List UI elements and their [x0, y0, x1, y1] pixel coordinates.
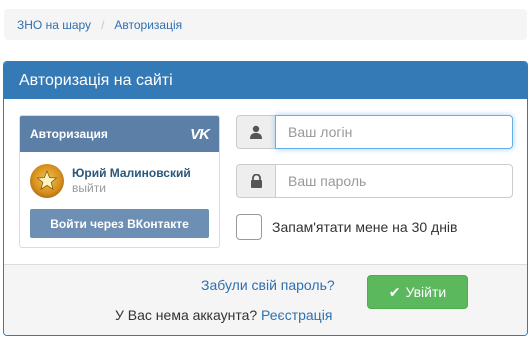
- password-input-group: [236, 164, 513, 198]
- login-button-label: Увійти: [405, 284, 447, 300]
- breadcrumb-separator: /: [101, 17, 105, 32]
- breadcrumb: ЗНО на шару / Авторизація: [4, 9, 527, 40]
- login-button[interactable]: ✔ Увійти: [367, 275, 468, 309]
- register-link[interactable]: Реєстрація: [261, 307, 332, 323]
- vk-widget-title: Авторизация: [30, 127, 108, 141]
- vk-login-button[interactable]: Войти через ВКонтакте: [30, 209, 209, 238]
- remember-me: Запам'ятати мене на 30 днів: [236, 214, 457, 240]
- no-account-line: У Вас нема аккаунта? Реєстрація: [115, 307, 332, 323]
- login-input[interactable]: [275, 115, 513, 149]
- vk-user-name[interactable]: Юрий Малиновский: [72, 166, 191, 181]
- forgot-password-link[interactable]: Забули свій пароль?: [201, 277, 335, 293]
- remember-label[interactable]: Запам'ятати мене на 30 днів: [272, 219, 457, 235]
- remember-checkbox[interactable]: [236, 214, 262, 240]
- user-icon: [236, 115, 275, 149]
- checkmark-icon: ✔: [388, 283, 401, 300]
- panel-title: Авторизація на сайті: [4, 62, 527, 99]
- avatar: [30, 164, 64, 198]
- star-badge-icon: [36, 169, 58, 191]
- vk-logout-link[interactable]: выйти: [72, 181, 191, 196]
- no-account-text: У Вас нема аккаунта?: [115, 307, 258, 323]
- vk-user-info: Юрий Малиновский выйти: [30, 164, 191, 198]
- vk-auth-widget: Авторизация VK Юрий Малиновский выйти Во…: [19, 115, 220, 248]
- login-input-group: [236, 115, 513, 149]
- vk-logo-icon: VK: [190, 125, 210, 143]
- password-input[interactable]: [275, 164, 513, 198]
- vk-widget-header: Авторизация VK: [20, 116, 219, 152]
- login-panel: Авторизація на сайті Авторизация VK Юрий…: [3, 61, 528, 336]
- breadcrumb-home-link[interactable]: ЗНО на шару: [17, 18, 91, 32]
- breadcrumb-current-link[interactable]: Авторизація: [114, 18, 182, 32]
- lock-icon: [236, 164, 275, 198]
